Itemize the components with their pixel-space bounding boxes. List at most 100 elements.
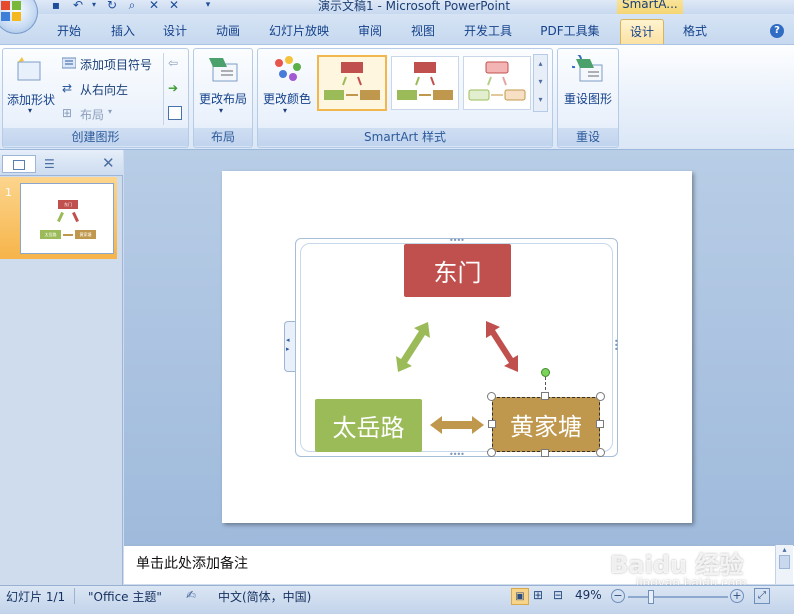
- thumb-arrow: [57, 211, 64, 223]
- resize-handle[interactable]: [541, 449, 549, 457]
- smartart-tools-title: SmartA...: [622, 0, 678, 11]
- demote-icon[interactable]: ➔: [168, 81, 178, 95]
- layout-dropdown-icon[interactable]: ▾: [108, 107, 112, 116]
- zoom-level[interactable]: 49%: [575, 588, 602, 602]
- tab-format[interactable]: 格式: [678, 18, 712, 44]
- fit-to-window-icon[interactable]: ⤢: [754, 588, 770, 604]
- print-preview-icon[interactable]: ⌕: [124, 0, 140, 12]
- thumb-node: 太岳路: [40, 230, 61, 239]
- save-icon[interactable]: ▪: [48, 0, 64, 12]
- group-label: SmartArt 样式: [258, 128, 552, 146]
- tab-pdf-tools[interactable]: PDF工具集: [536, 18, 604, 44]
- close-doc-icon[interactable]: ✕: [166, 0, 182, 12]
- zoom-slider-track[interactable]: [628, 596, 728, 598]
- add-bullet-button[interactable]: 添加项目符号: [80, 56, 152, 73]
- smartart-node-taiyue-road[interactable]: 太岳路: [315, 399, 422, 452]
- notes-scrollbar[interactable]: ▴: [775, 545, 793, 584]
- tab-slideshow[interactable]: 幻灯片放映: [264, 18, 334, 44]
- status-language[interactable]: 中文(简体，中国): [218, 588, 311, 605]
- redo-icon[interactable]: ↻: [104, 0, 120, 12]
- change-colors-dropdown-icon[interactable]: ▾: [283, 106, 287, 115]
- text-pane-icon[interactable]: [168, 106, 182, 120]
- style-gallery-item-1[interactable]: [317, 55, 387, 111]
- expand-left-icon: ◂ ▸: [286, 336, 290, 353]
- arrow-taiyue-huangjiatang[interactable]: [428, 413, 486, 437]
- slide-sorter-icon[interactable]: ⊞: [533, 588, 543, 602]
- slideshow-view-icon[interactable]: ⊟: [553, 588, 563, 602]
- arrow-east-gate-huangjiatang[interactable]: [480, 318, 525, 376]
- tab-design[interactable]: 设计: [158, 18, 192, 44]
- watermark-logo: Baidu 经验: [610, 551, 744, 579]
- change-layout-dropdown-icon[interactable]: ▾: [219, 106, 223, 115]
- arrow-east-gate-taiyue[interactable]: [390, 318, 440, 376]
- gallery-down-icon[interactable]: ▾: [534, 73, 547, 91]
- resize-handle[interactable]: [596, 448, 605, 457]
- add-shape-dropdown-icon[interactable]: ▾: [28, 106, 32, 115]
- change-colors-icon[interactable]: [271, 55, 303, 83]
- resize-handle[interactable]: [541, 392, 549, 400]
- slides-tab[interactable]: [2, 155, 36, 173]
- help-icon[interactable]: ?: [770, 24, 784, 38]
- reset-graphic-button[interactable]: 重设图形: [564, 90, 612, 107]
- add-bullet-icon: [61, 57, 77, 69]
- resize-handle[interactable]: [487, 448, 496, 457]
- scroll-up-icon[interactable]: ▴: [776, 545, 793, 554]
- right-to-left-icon: ⇄: [62, 81, 73, 95]
- frame-handle-right[interactable]: • • •: [614, 338, 619, 354]
- undo-icon[interactable]: ↶: [70, 0, 86, 12]
- change-colors-button[interactable]: 更改颜色: [263, 90, 311, 107]
- tab-developer[interactable]: 开发工具: [460, 18, 516, 44]
- slides-tab-icon: [13, 160, 25, 170]
- tab-animation[interactable]: 动画: [211, 18, 245, 44]
- outline-tab-icon[interactable]: ☰: [44, 157, 55, 171]
- smartart-node-huangjiatang[interactable]: 黄家塘: [492, 397, 600, 452]
- change-layout-icon[interactable]: [207, 56, 239, 82]
- right-to-left-button[interactable]: 从右向左: [80, 81, 128, 98]
- thumb-arrow: [72, 211, 79, 223]
- frame-handle-bottom[interactable]: ••••: [449, 450, 465, 459]
- customize-toolbar-icon[interactable]: ▾: [200, 0, 216, 12]
- zoom-slider-thumb[interactable]: [648, 590, 654, 604]
- layout-small-button[interactable]: 布局: [80, 106, 104, 123]
- resize-handle[interactable]: [488, 420, 496, 428]
- office-logo-icon: [1, 1, 21, 21]
- style-gallery-scroll[interactable]: ▴ ▾ ▾: [533, 54, 548, 112]
- window-title: 演示文稿1 - Microsoft PowerPoint: [318, 0, 511, 13]
- tab-insert[interactable]: 插入: [106, 18, 140, 44]
- style-gallery-item-2[interactable]: [391, 56, 459, 110]
- tab-home[interactable]: 开始: [52, 18, 86, 44]
- gallery-more-icon[interactable]: ▾: [534, 91, 547, 109]
- zoom-in-icon[interactable]: +: [730, 589, 744, 603]
- rotate-handle[interactable]: [541, 368, 550, 377]
- tab-smartart-design[interactable]: 设计: [620, 19, 664, 45]
- status-theme: "Office 主题": [88, 590, 162, 604]
- tab-review[interactable]: 审阅: [353, 18, 387, 44]
- resize-handle[interactable]: [487, 392, 496, 401]
- notes-placeholder[interactable]: 单击此处添加备注: [136, 553, 248, 573]
- normal-view-icon[interactable]: ▣: [511, 588, 529, 605]
- group-label: 重设: [558, 128, 618, 146]
- thumb-node: 东门: [58, 200, 78, 209]
- scroll-thumb[interactable]: [779, 555, 790, 569]
- style-gallery-item-3[interactable]: [463, 56, 531, 110]
- tab-view[interactable]: 视图: [406, 18, 440, 44]
- smartart-node-east-gate[interactable]: 东门: [404, 244, 511, 297]
- change-layout-button[interactable]: 更改布局: [199, 90, 247, 107]
- thumb-arrow: [63, 234, 73, 236]
- promote-icon[interactable]: ⇦: [168, 56, 178, 70]
- gallery-up-icon[interactable]: ▴: [534, 55, 547, 73]
- reset-graphic-icon[interactable]: [566, 52, 604, 83]
- text-pane-toggle[interactable]: ◂ ▸: [284, 321, 295, 372]
- thumb-node: 黄家塘: [75, 230, 96, 239]
- spelling-icon[interactable]: ✕: [146, 0, 162, 12]
- resize-handle[interactable]: [596, 420, 604, 428]
- add-shape-icon[interactable]: [14, 56, 44, 82]
- layout-small-icon: ⊞: [62, 106, 73, 120]
- close-pane-icon[interactable]: ✕: [102, 154, 115, 172]
- group-label: 布局: [194, 128, 252, 146]
- resize-handle[interactable]: [596, 392, 605, 401]
- spell-check-icon[interactable]: ✍: [186, 588, 196, 602]
- undo-dropdown-icon[interactable]: ▾: [86, 0, 102, 12]
- slide-thumbnail[interactable]: 东门 太岳路 黄家塘: [20, 183, 114, 254]
- zoom-out-icon[interactable]: −: [611, 589, 625, 603]
